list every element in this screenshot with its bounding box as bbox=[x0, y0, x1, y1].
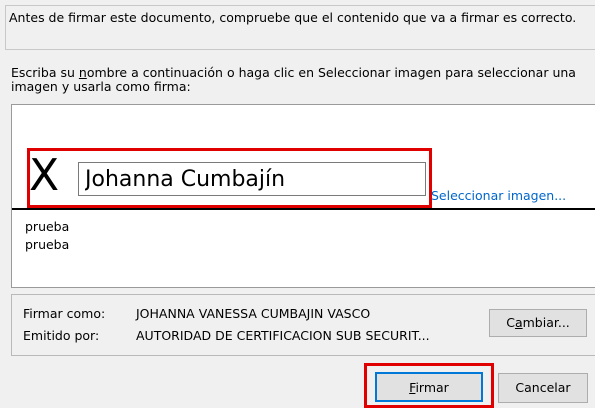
signature-panel: X Seleccionar imagen... prueba prueba bbox=[11, 104, 595, 288]
change-button-pre: C bbox=[506, 315, 515, 330]
sign-as-value: JOHANNA VANESSA CUMBAJIN VASCO bbox=[136, 306, 371, 321]
signature-notes: prueba prueba bbox=[25, 218, 69, 254]
info-text: Antes de firmar este documento, comprueb… bbox=[9, 10, 577, 25]
select-image-link[interactable]: Seleccionar imagen... bbox=[431, 188, 566, 203]
change-button-post: mbiar... bbox=[522, 315, 570, 330]
highlight-box-name bbox=[27, 148, 432, 208]
info-box: Antes de firmar este documento, comprueb… bbox=[5, 5, 595, 50]
highlight-box-sign bbox=[364, 363, 494, 408]
instructions-accel: n bbox=[78, 65, 87, 80]
issued-by-label: Emitido por: bbox=[23, 328, 100, 343]
signature-note-line: prueba bbox=[25, 219, 70, 234]
signature-note-line: prueba bbox=[25, 237, 70, 252]
instructions-post: ombre a continuación o haga clic en Sele… bbox=[11, 65, 576, 94]
signature-line bbox=[12, 208, 595, 210]
change-button[interactable]: Cambiar... bbox=[489, 309, 587, 337]
instructions-pre: Escriba su bbox=[11, 65, 79, 80]
instructions-text: Escriba su nombre a continuación o haga … bbox=[11, 66, 591, 94]
issued-by-value: AUTORIDAD DE CERTIFICACION SUB SECURIT..… bbox=[136, 328, 430, 343]
cancel-button[interactable]: Cancelar bbox=[498, 373, 588, 403]
sign-as-label: Firmar como: bbox=[23, 306, 106, 321]
signer-info-box: Firmar como: JOHANNA VANESSA CUMBAJIN VA… bbox=[11, 294, 595, 356]
change-button-accel: a bbox=[514, 315, 523, 330]
